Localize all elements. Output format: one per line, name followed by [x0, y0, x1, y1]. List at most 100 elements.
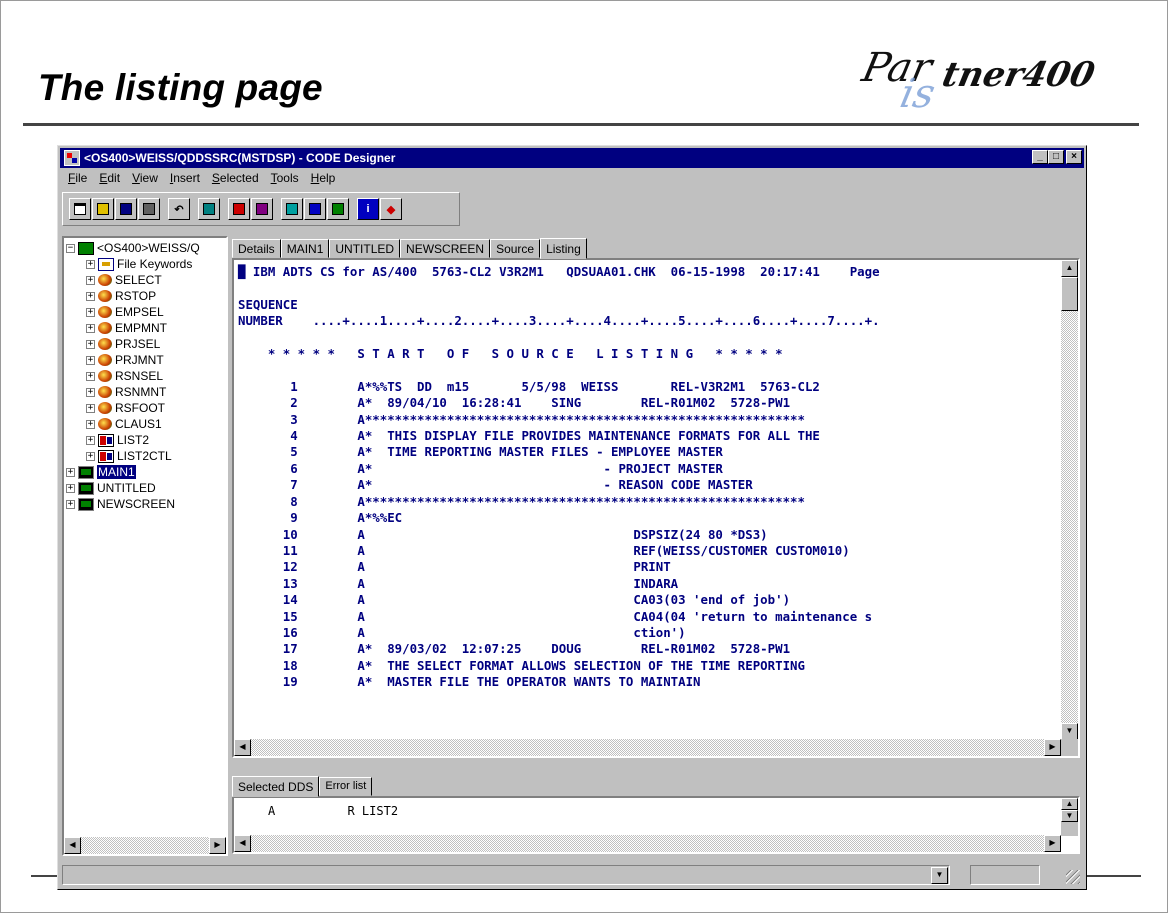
status-combo[interactable]: ▼: [62, 865, 950, 885]
expand-icon[interactable]: +: [66, 483, 75, 493]
tree-item-prjsel[interactable]: + PRJSEL: [86, 336, 160, 352]
dds-horizontal-scrollbar[interactable]: ◀ ▶: [234, 835, 1061, 852]
tree-horizontal-scrollbar[interactable]: ◀ ▶: [64, 837, 226, 854]
tab-listing[interactable]: Listing: [540, 238, 587, 259]
chevron-down-icon[interactable]: ▼: [931, 867, 948, 884]
scroll-up-icon[interactable]: ▲: [1061, 798, 1078, 810]
save-all-icon[interactable]: [138, 198, 160, 220]
tree-item-rsfoot[interactable]: + RSFOOT: [86, 400, 165, 416]
record-icon: [98, 386, 112, 398]
info-icon[interactable]: i: [357, 198, 379, 220]
tab-newscreen[interactable]: NEWSCREEN: [400, 239, 491, 258]
tree-item-main1[interactable]: + MAIN1: [66, 464, 136, 480]
expand-icon[interactable]: +: [86, 339, 95, 349]
tree-item-empmnt[interactable]: + EMPMNT: [86, 320, 167, 336]
expand-icon[interactable]: +: [86, 323, 95, 333]
tab-untitled[interactable]: UNTITLED: [329, 239, 401, 258]
expand-icon[interactable]: +: [86, 371, 95, 381]
record-icon: [98, 370, 112, 382]
help-icon[interactable]: ◆: [380, 198, 402, 220]
tree-item-empsel[interactable]: + EMPSEL: [86, 304, 164, 320]
tab-details[interactable]: Details: [232, 239, 281, 258]
status-bar: ▼: [62, 864, 1082, 886]
expand-icon[interactable]: +: [86, 435, 95, 445]
menu-edit[interactable]: Edit: [93, 170, 126, 188]
expand-icon[interactable]: +: [86, 355, 95, 365]
expand-icon[interactable]: +: [86, 259, 95, 269]
expand-icon[interactable]: +: [86, 387, 95, 397]
edit-properties-icon[interactable]: [251, 198, 273, 220]
close-button[interactable]: ×: [1066, 150, 1082, 164]
tree-item-file-keywords[interactable]: + File Keywords: [86, 256, 192, 272]
open-icon[interactable]: [92, 198, 114, 220]
menu-selected[interactable]: Selected: [206, 170, 265, 188]
menu-tools[interactable]: Tools: [265, 170, 305, 188]
tree-item-rsnsel[interactable]: + RSNSEL: [86, 368, 163, 384]
tab-selected-dds[interactable]: Selected DDS: [232, 776, 320, 797]
tree-item-newscreen[interactable]: + NEWSCREEN: [66, 496, 175, 512]
record-icon[interactable]: [281, 198, 303, 220]
tree-root[interactable]: − <OS400>WEISS/Q: [66, 240, 200, 256]
listing-text: █ IBM ADTS CS for AS/400 5763-CL2 V3R2M1…: [238, 264, 880, 690]
tree-item-prjmnt[interactable]: + PRJMNT: [86, 352, 164, 368]
menu-help[interactable]: Help: [305, 170, 342, 188]
expand-icon[interactable]: +: [86, 419, 95, 429]
resize-grip-icon[interactable]: [1066, 870, 1080, 884]
expand-icon[interactable]: +: [86, 307, 95, 317]
tree-item-claus1[interactable]: + CLAUS1: [86, 416, 162, 432]
edit-icon[interactable]: [228, 198, 250, 220]
menu-bar: File Edit View Insert Selected Tools Hel…: [62, 170, 341, 188]
tab-source[interactable]: Source: [490, 239, 541, 258]
listing-vertical-scrollbar[interactable]: ▲ ▼: [1061, 260, 1078, 740]
tree-item-untitled[interactable]: + UNTITLED: [66, 480, 156, 496]
save-icon[interactable]: [115, 198, 137, 220]
scroll-right-icon[interactable]: ▶: [209, 837, 226, 854]
expand-icon[interactable]: +: [66, 499, 75, 509]
vertical-scroll-thumb[interactable]: [1061, 277, 1078, 311]
expand-icon[interactable]: +: [86, 451, 95, 461]
status-field: [970, 865, 1040, 885]
screen-icon: [78, 497, 94, 511]
menu-file[interactable]: File: [62, 170, 93, 188]
minimize-button[interactable]: _: [1032, 150, 1048, 164]
expand-icon[interactable]: +: [86, 275, 95, 285]
scroll-right-icon[interactable]: ▶: [1044, 835, 1061, 852]
screen-icon[interactable]: [327, 198, 349, 220]
expand-icon[interactable]: +: [86, 403, 95, 413]
expand-icon[interactable]: +: [86, 291, 95, 301]
scroll-left-icon[interactable]: ◀: [234, 739, 251, 756]
undo-icon[interactable]: ↶: [168, 198, 190, 220]
listing-view[interactable]: █ IBM ADTS CS for AS/400 5763-CL2 V3R2M1…: [232, 258, 1080, 758]
tree-item-list2[interactable]: + LIST2: [86, 432, 149, 448]
app-icon[interactable]: [64, 150, 80, 166]
record-icon: [98, 402, 112, 414]
tree-item-list2ctl[interactable]: + LIST2CTL: [86, 448, 172, 464]
scroll-left-icon[interactable]: ◀: [234, 835, 251, 852]
scroll-right-icon[interactable]: ▶: [1044, 739, 1061, 756]
menu-insert[interactable]: Insert: [164, 170, 206, 188]
slide: The listing page Par is tner400 <OS400>W…: [0, 0, 1168, 913]
title-bar[interactable]: <OS400>WEISS/QDDSSRC(MSTDSP) - CODE Desi…: [60, 148, 1084, 168]
tree-item-select[interactable]: + SELECT: [86, 272, 162, 288]
subfile-control-icon: [98, 449, 114, 463]
insert-field-icon[interactable]: [198, 198, 220, 220]
dds-vertical-scrollbar[interactable]: ▲ ▼: [1061, 798, 1078, 836]
tree-item-rstop[interactable]: + RSTOP: [86, 288, 156, 304]
scroll-left-icon[interactable]: ◀: [64, 837, 81, 854]
record-icon: [98, 274, 112, 286]
expand-icon[interactable]: +: [66, 467, 75, 477]
tab-error-list[interactable]: Error list: [319, 777, 373, 796]
scroll-up-icon[interactable]: ▲: [1061, 260, 1078, 277]
scroll-down-icon[interactable]: ▼: [1061, 810, 1078, 822]
maximize-button[interactable]: □: [1048, 150, 1064, 164]
listing-horizontal-scrollbar[interactable]: ◀ ▶: [234, 739, 1061, 756]
scroll-down-icon[interactable]: ▼: [1061, 723, 1078, 740]
tree-item-rsnmnt[interactable]: + RSNMNT: [86, 384, 166, 400]
collapse-icon[interactable]: −: [66, 243, 75, 253]
new-icon[interactable]: [69, 198, 91, 220]
menu-view[interactable]: View: [126, 170, 164, 188]
database-icon: [78, 241, 94, 255]
tab-main1[interactable]: MAIN1: [280, 239, 330, 258]
selected-dds-panel[interactable]: A R LIST2 ▲ ▼ ◀ ▶: [232, 796, 1080, 854]
keyword-icon[interactable]: [304, 198, 326, 220]
